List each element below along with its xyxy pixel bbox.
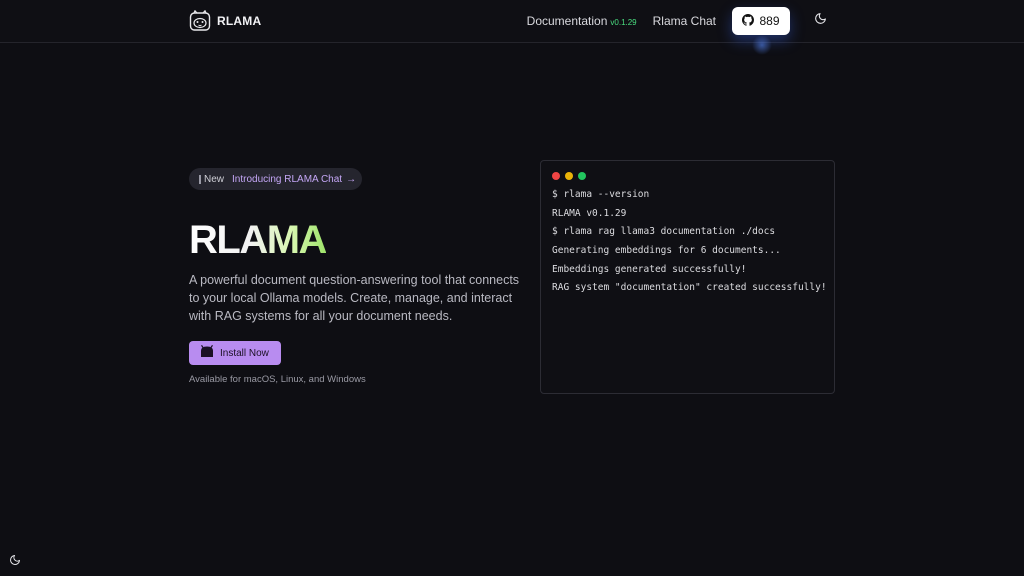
badge-bar-icon	[199, 174, 201, 184]
hero-description: A powerful document question-answering t…	[189, 273, 520, 323]
brand[interactable]: RLAMA	[189, 10, 261, 32]
floating-theme-toggle[interactable]	[7, 554, 23, 570]
moon-icon	[814, 12, 827, 30]
llama-logo-icon	[189, 10, 211, 32]
moon-icon	[9, 553, 21, 571]
availability-note: Available for macOS, Linux, and Windows	[189, 374, 366, 385]
terminal-window: $ rlama --version RLAMA v0.1.29 $ rlama …	[540, 160, 835, 394]
terminal-line: $ rlama --version	[552, 189, 650, 200]
version-badge: v0.1.29	[610, 18, 637, 27]
install-now-label: Install Now	[220, 347, 269, 359]
minimize-dot-icon	[565, 172, 573, 180]
nav-documentation-link[interactable]: Documentation v0.1.29	[527, 14, 637, 28]
terminal-output: $ rlama --version RLAMA v0.1.29 $ rlama …	[552, 186, 827, 298]
terminal-line: RAG system "documentation" created succe…	[552, 282, 827, 294]
theme-toggle-button[interactable]	[806, 7, 834, 35]
terminal-line: Generating embeddings for 6 documents...	[552, 245, 781, 257]
github-star-count: 889	[759, 14, 780, 28]
android-icon	[199, 344, 215, 361]
close-dot-icon	[552, 172, 560, 180]
new-badge-label: New	[204, 173, 225, 185]
nav-documentation-label: Documentation	[526, 14, 608, 28]
window-controls	[552, 172, 586, 180]
announcement-text: Introducing RLAMA Chat	[232, 173, 343, 185]
github-icon	[742, 13, 755, 29]
arrow-right-icon: →	[346, 173, 357, 185]
nav-rlama-chat-link[interactable]: Rlama Chat	[653, 14, 716, 28]
new-badge: New	[199, 174, 224, 185]
announcement-pill[interactable]: New Introducing RLAMA Chat →	[189, 168, 363, 190]
hero-title: RLAMA	[189, 218, 327, 262]
maximize-dot-icon	[578, 172, 586, 180]
glow-decoration	[752, 35, 772, 55]
terminal-line: Embeddings generated successfully!	[552, 263, 747, 275]
terminal-line: RLAMA v0.1.29	[552, 207, 627, 219]
github-stars-button[interactable]: 889	[732, 7, 790, 55]
announcement-link[interactable]: Introducing RLAMA Chat →	[232, 174, 356, 185]
brand-name: RLAMA	[217, 14, 262, 28]
install-now-button[interactable]: Install Now	[189, 341, 281, 365]
terminal-line: $ rlama rag llama3 documentation ./docs	[552, 226, 776, 238]
site-header: RLAMA Documentation v0.1.29 Rlama Chat 8…	[0, 0, 1024, 55]
main-nav: Documentation v0.1.29 Rlama Chat 889	[527, 7, 834, 55]
